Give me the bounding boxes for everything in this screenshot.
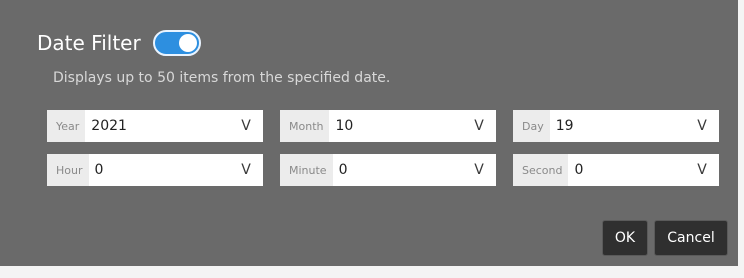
date-filter-dialog: Date Filter Displays up to 50 items from… bbox=[0, 0, 738, 266]
month-value: 10 bbox=[335, 118, 354, 134]
chevron-down-icon: V bbox=[241, 118, 251, 134]
second-value: 0 bbox=[574, 162, 584, 178]
hour-select[interactable]: Hour 0 V bbox=[47, 154, 263, 186]
date-filter-toggle[interactable] bbox=[152, 30, 201, 56]
minute-select[interactable]: Minute 0 V bbox=[280, 154, 496, 186]
year-label: Year bbox=[47, 110, 86, 142]
year-select[interactable]: Year 2021 V bbox=[47, 110, 263, 142]
cancel-button[interactable]: Cancel bbox=[654, 220, 728, 256]
title-row: Date Filter bbox=[37, 27, 201, 59]
ok-button[interactable]: OK bbox=[602, 220, 648, 256]
chevron-down-icon: V bbox=[474, 162, 484, 178]
toggle-knob bbox=[178, 34, 197, 52]
year-value: 2021 bbox=[91, 118, 127, 134]
month-label: Month bbox=[280, 110, 330, 142]
day-value: 19 bbox=[555, 118, 574, 134]
hour-value: 0 bbox=[94, 162, 104, 178]
chevron-down-icon: V bbox=[474, 118, 484, 134]
day-select[interactable]: Day 19 V bbox=[513, 110, 719, 142]
second-label: Second bbox=[513, 154, 569, 186]
second-select[interactable]: Second 0 V bbox=[513, 154, 719, 186]
hour-label: Hour bbox=[47, 154, 89, 186]
chevron-down-icon: V bbox=[697, 162, 707, 178]
minute-value: 0 bbox=[338, 162, 348, 178]
chevron-down-icon: V bbox=[697, 118, 707, 134]
dialog-description: Displays up to 50 items from the specifi… bbox=[53, 70, 391, 86]
minute-label: Minute bbox=[280, 154, 333, 186]
month-select[interactable]: Month 10 V bbox=[280, 110, 496, 142]
day-label: Day bbox=[513, 110, 550, 142]
chevron-down-icon: V bbox=[241, 162, 251, 178]
dialog-title: Date Filter bbox=[37, 31, 141, 55]
